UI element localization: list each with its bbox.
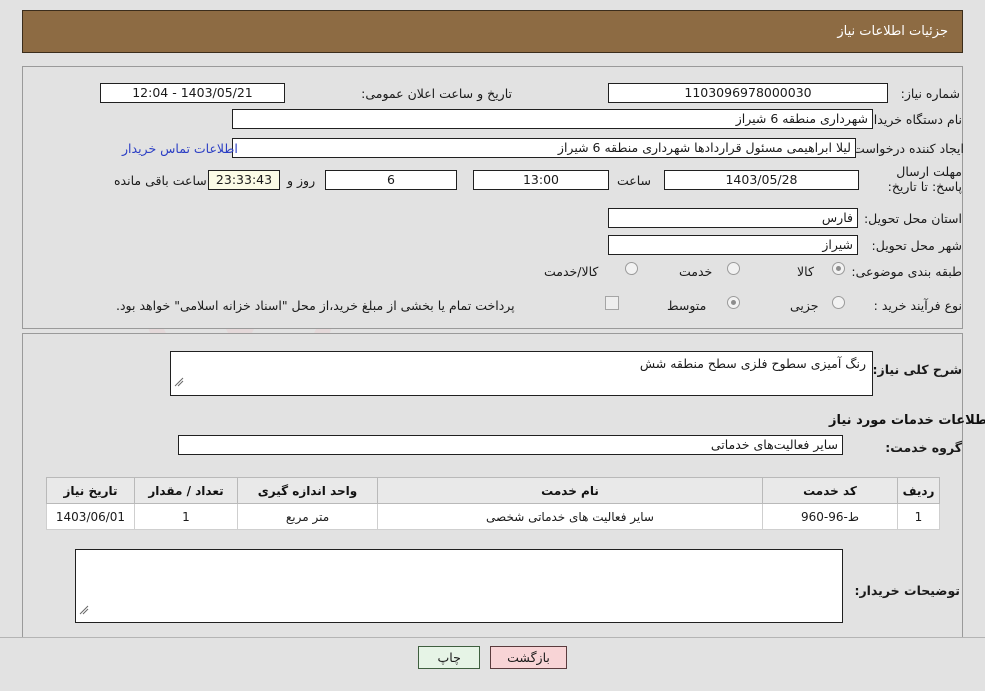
- deadline-label: مهلت ارسال پاسخ: تا تاریخ:: [887, 164, 962, 194]
- province-value: فارس: [608, 208, 858, 228]
- table-header-row: ردیف کد خدمت نام خدمت واحد اندازه گیری ت…: [46, 477, 940, 504]
- treasury-docs-checkbox[interactable]: [605, 296, 619, 310]
- buyer-notes-label: توضیحات خریدار:: [854, 583, 960, 598]
- deadline-hour: 13:00: [473, 170, 609, 190]
- remaining-days-label: روز و: [287, 173, 316, 188]
- remaining-suffix: ساعت باقی مانده: [114, 173, 207, 188]
- radio-process-motevaset-label: متوسط: [667, 298, 707, 313]
- col-radif: ردیف: [897, 477, 940, 504]
- description-textarea[interactable]: رنگ آمیزی سطوح فلزی سطح منطقه شش: [170, 351, 873, 396]
- col-need-date: تاریخ نیاز: [46, 477, 135, 504]
- need-number-value: 1103096978000030: [608, 83, 888, 103]
- need-info-panel: [22, 66, 963, 329]
- service-group-value: سایر فعالیت‌های خدماتی: [178, 435, 843, 455]
- service-group-label: گروه خدمت:: [885, 440, 962, 455]
- province-label: استان محل تحویل:: [863, 211, 962, 226]
- creator-value: لیلا ابراهیمی مسئول قراردادها شهرداری من…: [232, 138, 856, 158]
- city-label: شهر محل تحویل:: [871, 238, 962, 253]
- table-row: 1 ط-96-960 سایر فعالیت های خدماتی شخصی م…: [46, 503, 940, 530]
- radio-process-jozei[interactable]: [832, 296, 845, 309]
- radio-category-khedmat-label: خدمت: [679, 264, 713, 279]
- creator-label: ایجاد کننده درخواست:: [848, 141, 964, 156]
- city-value: شیراز: [608, 235, 858, 255]
- col-unit: واحد اندازه گیری: [237, 477, 378, 504]
- cell-quantity: 1: [134, 503, 238, 530]
- cell-unit: متر مربع: [237, 503, 378, 530]
- services-section-heading: اطلاعات خدمات مورد نیاز: [829, 413, 985, 428]
- page-title: جزئیات اطلاعات نیاز: [837, 24, 948, 39]
- col-service-name: نام خدمت: [377, 477, 763, 504]
- treasury-docs-label: پرداخت تمام یا بخشی از مبلغ خرید،از محل …: [116, 298, 515, 313]
- announce-label: تاریخ و ساعت اعلان عمومی:: [361, 86, 512, 101]
- buyer-notes-textarea[interactable]: [75, 549, 843, 623]
- cell-service-code: ط-96-960: [762, 503, 898, 530]
- buyer-org-label: نام دستگاه خریدار:: [863, 112, 962, 127]
- radio-category-kala-khedmat-label: کالا/خدمت: [544, 264, 599, 279]
- deadline-date: 1403/05/28: [664, 170, 859, 190]
- buyer-org-value: شهرداری منطقه 6 شیراز: [232, 109, 873, 129]
- remaining-timer: 23:33:43: [208, 170, 280, 190]
- col-service-code: کد خدمت: [762, 477, 898, 504]
- radio-category-kala-label: کالا: [797, 264, 814, 279]
- page-header: جزئیات اطلاعات نیاز: [22, 10, 963, 53]
- radio-category-kala-khedmat[interactable]: [625, 262, 638, 275]
- back-button[interactable]: بازگشت: [490, 646, 567, 669]
- footer-divider: [0, 637, 985, 638]
- services-table: ردیف کد خدمت نام خدمت واحد اندازه گیری ت…: [46, 477, 940, 530]
- col-quantity: تعداد / مقدار: [134, 477, 238, 504]
- description-label: شرح کلی نیاز:: [872, 362, 962, 377]
- radio-process-motevaset[interactable]: [727, 296, 740, 309]
- category-label: طبقه بندی موضوعی:: [851, 264, 962, 279]
- footer-button-bar: بازگشت چاپ: [0, 646, 985, 669]
- radio-process-jozei-label: جزیی: [790, 298, 819, 313]
- cell-service-name: سایر فعالیت های خدماتی شخصی: [377, 503, 763, 530]
- remaining-days: 6: [325, 170, 457, 190]
- need-number-label: شماره نیاز:: [900, 86, 960, 101]
- announce-value: 1403/05/21 - 12:04: [100, 83, 285, 103]
- cell-radif: 1: [897, 503, 940, 530]
- buyer-contact-link[interactable]: اطلاعات تماس خریدار: [122, 141, 238, 156]
- deadline-hour-label: ساعت: [617, 173, 652, 188]
- cell-need-date: 1403/06/01: [46, 503, 135, 530]
- process-label: نوع فرآیند خرید :: [873, 298, 962, 313]
- page-root: AriaTender.net جزئیات اطلاعات نیاز شماره…: [0, 0, 985, 691]
- radio-category-khedmat[interactable]: [727, 262, 740, 275]
- radio-category-kala[interactable]: [832, 262, 845, 275]
- print-button[interactable]: چاپ: [418, 646, 481, 669]
